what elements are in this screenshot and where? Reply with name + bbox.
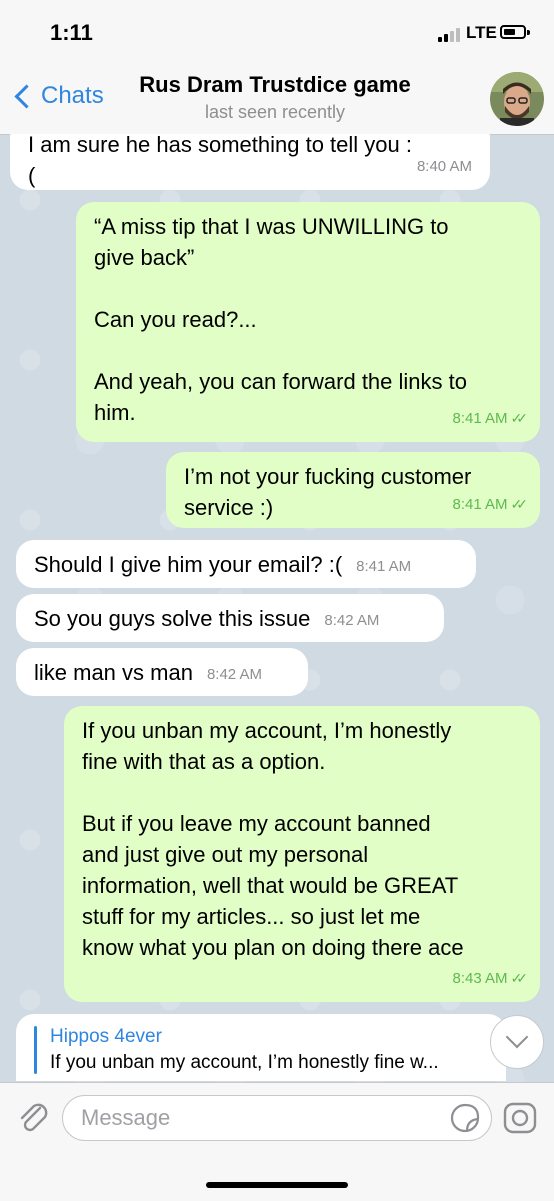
message-time: 8:43 AM ✓✓: [452, 963, 529, 994]
double-check-icon: ✓✓: [510, 410, 529, 426]
signal-icon: [438, 26, 460, 42]
message-text: I am sure he has something to tell you :…: [28, 134, 412, 188]
back-button[interactable]: Chats: [10, 78, 104, 114]
message-time-label: 8:41 AM: [356, 557, 412, 575]
sticker-icon[interactable]: [450, 1103, 480, 1133]
composer-bar: [0, 1082, 554, 1201]
message-input[interactable]: [62, 1095, 492, 1141]
message-time-label: 8:43 AM: [452, 970, 508, 987]
avatar[interactable]: [490, 72, 544, 126]
message-time: 8:41 AM ✓✓: [452, 489, 529, 520]
message-time: 8:41 AM ✓✓: [452, 403, 529, 434]
chat-header: Chats Rus Dram Trustdice game last seen …: [0, 62, 554, 135]
message-text: Should I give him your email? :(: [34, 552, 343, 577]
network-label: LTE: [466, 23, 497, 42]
reply-quoted-text: If you unban my account, I’m honestly fi…: [50, 1052, 439, 1073]
status-bar: 1:11 LTE: [0, 0, 554, 62]
double-check-icon: ✓✓: [510, 496, 529, 512]
message-bubble[interactable]: I am sure he has something to tell you :…: [10, 134, 490, 190]
status-time: 1:11: [50, 20, 93, 45]
message-bubble[interactable]: “A miss tip that I was UNWILLING to give…: [76, 202, 540, 442]
double-check-icon: ✓✓: [510, 970, 529, 986]
battery-tip: [527, 30, 530, 35]
message-text: like man vs man: [34, 660, 193, 685]
camera-icon[interactable]: [502, 1101, 538, 1135]
message-bubble[interactable]: I’m not your fucking customer service :)…: [166, 452, 540, 528]
message-time: 8:40 AM: [417, 151, 472, 182]
scroll-down-button[interactable]: [490, 1015, 544, 1069]
chat-title[interactable]: Rus Dram Trustdice game: [115, 72, 435, 98]
message-time-label: 8:41 AM: [452, 410, 508, 427]
back-label: Chats: [41, 82, 104, 109]
message-text: “A miss tip that I was UNWILLING to give…: [94, 214, 467, 425]
battery-icon: [500, 25, 526, 39]
message-time-label: 8:41 AM: [452, 496, 508, 513]
message-bubble[interactable]: Should I give him your email? :( 8:41 AM: [16, 540, 476, 588]
message-text: So you guys solve this issue: [34, 606, 311, 631]
reply-accent-bar: [34, 1026, 37, 1074]
message-bubble[interactable]: If you unban my account, I’m honestly fi…: [64, 706, 540, 1002]
chat-status: last seen recently: [204, 102, 346, 122]
reply-sender-name: Hippos 4ever: [50, 1026, 162, 1047]
reply-message-bubble[interactable]: Hippos 4ever If you unban my account, I’…: [16, 1014, 506, 1081]
message-list[interactable]: I am sure he has something to tell you :…: [0, 134, 554, 1081]
paperclip-icon[interactable]: [16, 1099, 50, 1135]
message-bubble[interactable]: So you guys solve this issue 8:42 AM: [16, 594, 444, 642]
chevron-left-icon: [14, 83, 39, 109]
message-bubble[interactable]: like man vs man 8:42 AM: [16, 648, 308, 696]
message-time-label: 8:42 AM: [206, 665, 262, 683]
message-time-label: 8:40 AM: [416, 158, 472, 175]
chevron-down-icon: [505, 1025, 529, 1049]
home-indicator: [206, 1182, 348, 1188]
message-time-label: 8:42 AM: [324, 611, 380, 629]
message-text: If you unban my account, I’m honestly fi…: [82, 718, 464, 960]
